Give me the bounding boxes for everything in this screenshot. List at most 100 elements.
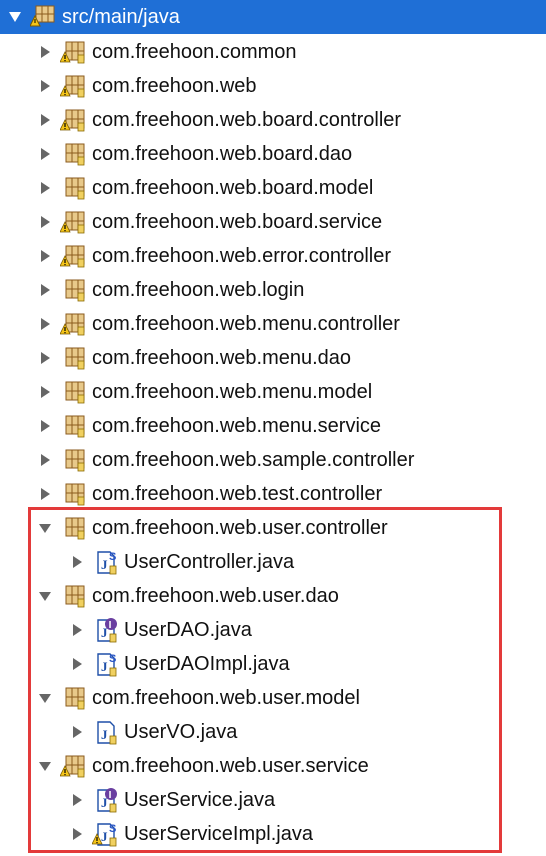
java-file-row-label: UserVO.java [124, 721, 238, 743]
package-icon [60, 141, 86, 167]
package-icon [60, 481, 86, 507]
expand-arrow-icon[interactable] [68, 553, 86, 571]
package-icon [59, 209, 86, 235]
package-row[interactable]: com.freehoon.web.login [0, 273, 546, 307]
expand-arrow-icon[interactable] [68, 825, 86, 843]
package-row[interactable]: com.freehoon.web.menu.controller [0, 307, 546, 341]
expand-arrow-icon[interactable] [68, 655, 86, 673]
package-row-label: com.freehoon.common [92, 41, 297, 63]
package-icon [59, 39, 86, 65]
package-row[interactable]: com.freehoon.web.user.service [0, 749, 546, 783]
package-icon [60, 379, 86, 405]
expand-arrow-icon[interactable] [36, 111, 54, 129]
java-file-row-label: UserService.java [124, 789, 276, 811]
package-row-label: com.freehoon.web.board.model [92, 177, 374, 199]
package-icon [60, 345, 86, 371]
expand-arrow-icon[interactable] [36, 485, 54, 503]
package-row[interactable]: com.freehoon.web.menu.model [0, 375, 546, 409]
package-row-label: com.freehoon.web.login [92, 279, 305, 301]
java-file-row[interactable]: J S UserDAOImpl.java [0, 647, 546, 681]
tree-root-label: src/main/java [62, 6, 180, 28]
expand-arrow-icon[interactable] [36, 179, 54, 197]
svg-text:J: J [101, 829, 108, 844]
package-icon [59, 243, 86, 269]
tree-root-row[interactable]: src/main/java [0, 0, 546, 34]
package-row[interactable]: com.freehoon.web.board.model [0, 171, 546, 205]
svg-text:S: S [109, 653, 116, 665]
collapse-arrow-icon[interactable] [36, 757, 54, 775]
java-file-icon: JS [92, 651, 118, 677]
package-row-label: com.freehoon.web.board.service [92, 211, 383, 233]
svg-text:J: J [101, 659, 108, 674]
java-file-row-label: UserDAO.java [124, 619, 252, 641]
expand-toggle-icon[interactable] [6, 8, 24, 26]
java-file-icon: JI [92, 617, 118, 643]
package-icon [59, 311, 86, 337]
svg-text:I: I [109, 790, 112, 801]
package-row[interactable]: com.freehoon.web.sample.controller [0, 443, 546, 477]
java-file-icon: JS [91, 821, 118, 847]
svg-text:J: J [101, 727, 108, 742]
package-row[interactable]: com.freehoon.web.board.dao [0, 137, 546, 171]
package-explorer-tree: src/main/java com.freehoon.common com.fre… [0, 0, 546, 856]
package-row-label: com.freehoon.web.user.service [92, 755, 369, 777]
package-icon [60, 515, 86, 541]
expand-arrow-icon[interactable] [36, 247, 54, 265]
collapse-arrow-icon[interactable] [36, 587, 54, 605]
svg-text:S: S [109, 551, 116, 563]
source-folder-icon [29, 4, 56, 30]
collapse-arrow-icon[interactable] [36, 689, 54, 707]
expand-arrow-icon[interactable] [36, 281, 54, 299]
package-row[interactable]: com.freehoon.web.user.dao [0, 579, 546, 613]
package-row[interactable]: com.freehoon.web [0, 69, 546, 103]
package-icon [59, 107, 86, 133]
expand-arrow-icon[interactable] [36, 451, 54, 469]
expand-arrow-icon[interactable] [68, 723, 86, 741]
java-file-row[interactable]: J I UserService.java [0, 783, 546, 817]
package-row-label: com.freehoon.web.user.model [92, 687, 360, 709]
package-row-label: com.freehoon.web.error.controller [92, 245, 392, 267]
expand-arrow-icon[interactable] [68, 621, 86, 639]
expand-arrow-icon[interactable] [36, 43, 54, 61]
package-row-label: com.freehoon.web.board.dao [92, 143, 353, 165]
java-file-row[interactable]: J S UserServiceImpl.java [0, 817, 546, 851]
java-file-icon: J [92, 719, 118, 745]
package-row[interactable]: com.freehoon.web.user.model [0, 681, 546, 715]
package-icon [60, 685, 86, 711]
package-row-label: com.freehoon.web.menu.model [92, 381, 373, 403]
svg-text:I: I [109, 620, 112, 631]
package-row[interactable]: com.freehoon.web.test.controller [0, 477, 546, 511]
package-row[interactable]: com.freehoon.web.error.controller [0, 239, 546, 273]
package-row[interactable]: com.freehoon.common [0, 35, 546, 69]
package-row-label: com.freehoon.web.user.dao [92, 585, 339, 607]
expand-arrow-icon[interactable] [68, 791, 86, 809]
package-icon [60, 413, 86, 439]
collapse-arrow-icon[interactable] [36, 519, 54, 537]
package-row-label: com.freehoon.web.user.controller [92, 517, 388, 539]
java-file-row[interactable]: J S UserController.java [0, 545, 546, 579]
package-row[interactable]: com.freehoon.web.board.controller [0, 103, 546, 137]
expand-arrow-icon[interactable] [36, 315, 54, 333]
java-file-icon: JS [92, 549, 118, 575]
package-row-label: com.freehoon.web.menu.dao [92, 347, 352, 369]
package-row[interactable]: com.freehoon.web.user.controller [0, 511, 546, 545]
expand-arrow-icon[interactable] [36, 383, 54, 401]
package-row[interactable]: com.freehoon.web.board.service [0, 205, 546, 239]
package-row-label: com.freehoon.web.sample.controller [92, 449, 415, 471]
package-row-label: com.freehoon.web [92, 75, 257, 97]
package-row[interactable]: com.freehoon.web.menu.service [0, 409, 546, 443]
java-file-row-label: UserServiceImpl.java [124, 823, 313, 845]
java-file-row[interactable]: J I UserDAO.java [0, 613, 546, 647]
package-row[interactable]: com.freehoon.web.menu.dao [0, 341, 546, 375]
package-row-label: com.freehoon.web.menu.service [92, 415, 382, 437]
package-icon [60, 447, 86, 473]
expand-arrow-icon[interactable] [36, 145, 54, 163]
java-file-row[interactable]: J UserVO.java [0, 715, 546, 749]
expand-arrow-icon[interactable] [36, 77, 54, 95]
package-icon [60, 277, 86, 303]
expand-arrow-icon[interactable] [36, 349, 54, 367]
expand-arrow-icon[interactable] [36, 213, 54, 231]
package-icon [59, 753, 86, 779]
package-row-label: com.freehoon.web.menu.controller [92, 313, 400, 335]
expand-arrow-icon[interactable] [36, 417, 54, 435]
